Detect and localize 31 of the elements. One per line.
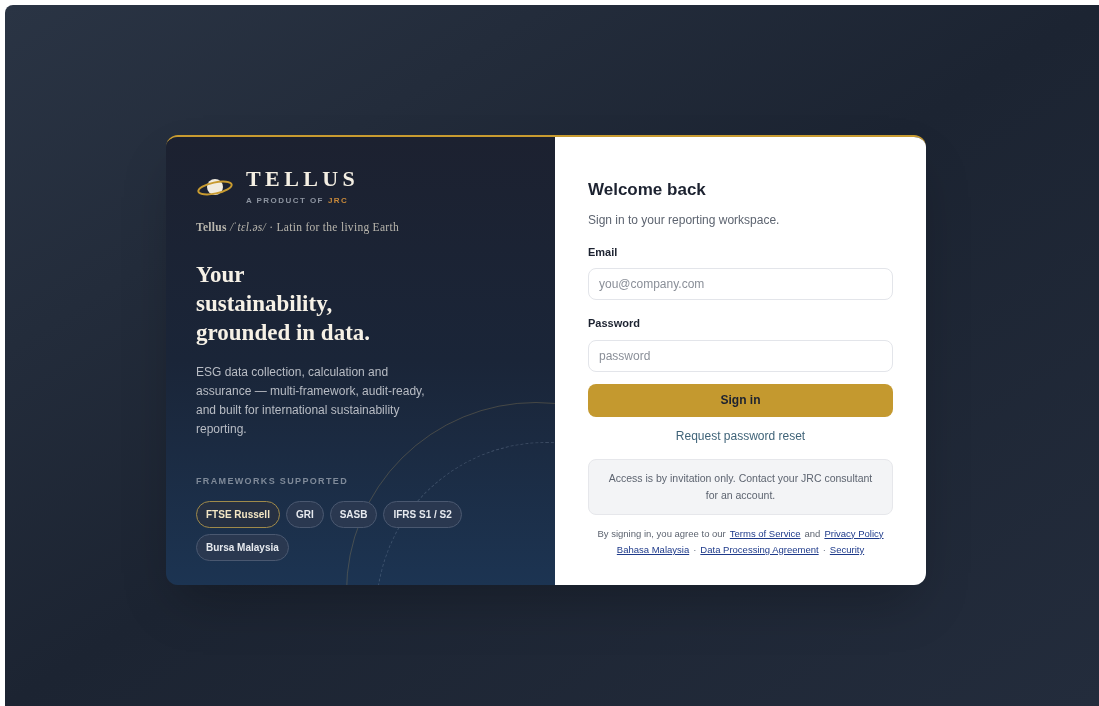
invitation-notice: Access is by invitation only. Contact your JRC consultant for an account. <box>588 458 893 515</box>
framework-chip: Bursa Malaysia <box>196 533 289 561</box>
input-field[interactable]: you@company.com <box>588 268 893 300</box>
framework-chip: GRI <box>285 500 324 528</box>
framework-chip: FTSE Russell <box>196 500 280 528</box>
brand-name: TELLUS <box>246 167 360 191</box>
reset-password-link[interactable]: Request password reset <box>675 426 806 445</box>
form-title: Welcome back <box>588 179 707 201</box>
framework-chip: IFRS S1 / S2 <box>383 500 462 528</box>
hero-headline: Your sustainability, grounded in data. <box>196 261 372 348</box>
frameworks-heading: FRAMEWORKS SUPPORTED <box>196 475 349 489</box>
planet-logo-icon <box>196 176 234 198</box>
input-field[interactable]: password <box>588 339 893 372</box>
org-name: JRC <box>327 195 349 207</box>
legal-text: By signing in, you agree to our <box>597 526 726 541</box>
legal-link[interactable]: Data Processing Agreement <box>700 542 819 557</box>
field-label: Email <box>588 244 619 260</box>
legal-link[interactable]: Privacy Policy <box>824 526 884 541</box>
legal-link[interactable]: Bahasa Malaysia <box>616 542 690 557</box>
field-label: Password <box>588 316 641 331</box>
hero-description: ESG data collection, calculation and assurance — multi-framework, audit-ready, and built for international sustainability reporting. <box>196 364 426 439</box>
separator-dot: · <box>822 542 826 557</box>
sign-in-button[interactable]: Sign in <box>588 383 893 417</box>
separator-dot: · <box>693 542 697 557</box>
etymology-text: Tellus /ˈtɛl.əs/ · Latin for the living Earth <box>196 220 400 236</box>
form-subtitle: Sign in to your reporting workspace. <box>588 211 781 229</box>
brand-tagline: A PRODUCT OF <box>246 195 324 207</box>
legal-text: and <box>804 526 821 541</box>
legal-link[interactable]: Security <box>829 542 865 557</box>
legal-link[interactable]: Terms of Service <box>729 526 801 541</box>
framework-chip: SASB <box>329 500 378 528</box>
